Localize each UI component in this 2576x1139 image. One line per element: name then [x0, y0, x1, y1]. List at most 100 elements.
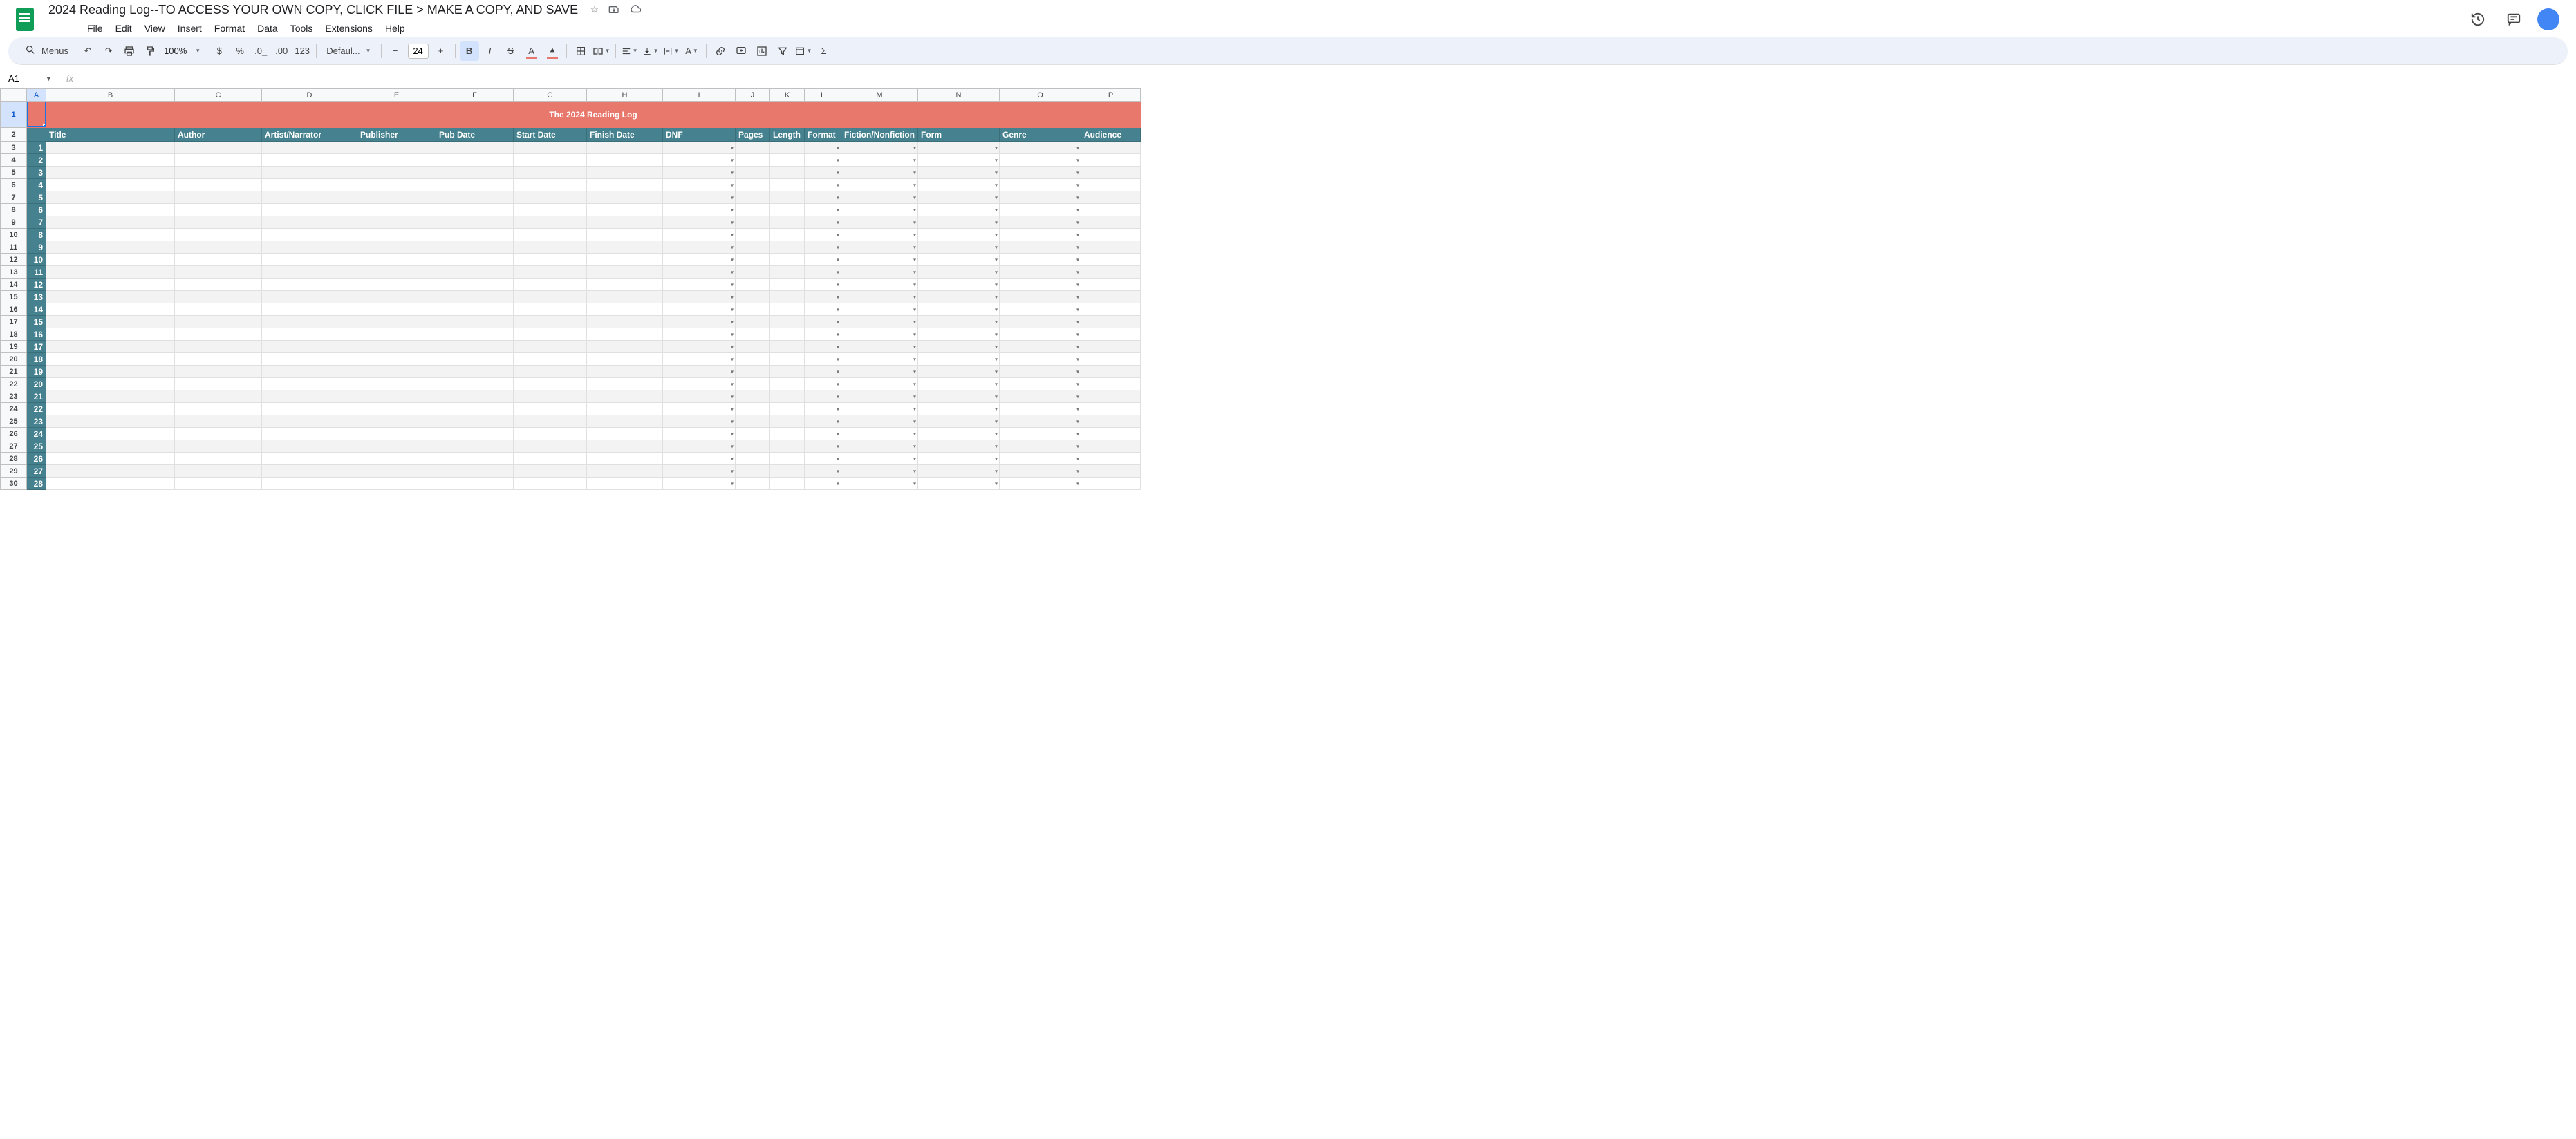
cell[interactable]	[357, 142, 436, 154]
rotate-button[interactable]: A▼	[682, 41, 702, 61]
cell[interactable]	[770, 366, 805, 378]
dropdown-arrow-icon[interactable]: ▾	[731, 319, 734, 325]
dropdown-arrow-icon[interactable]: ▾	[837, 356, 839, 362]
cell[interactable]: ▾	[999, 403, 1081, 415]
cell[interactable]: ▾	[999, 328, 1081, 341]
cell[interactable]: ▾	[805, 303, 841, 316]
row-header-8[interactable]: 8	[1, 204, 27, 216]
cell[interactable]: ▾	[999, 241, 1081, 254]
cell[interactable]: 15	[27, 316, 46, 328]
cell[interactable]: ▾	[663, 403, 736, 415]
cloud-icon[interactable]	[629, 3, 642, 17]
cell[interactable]	[514, 316, 587, 328]
v-align-button[interactable]: ▼	[641, 41, 660, 61]
cell[interactable]	[262, 303, 357, 316]
dropdown-arrow-icon[interactable]: ▾	[1076, 207, 1079, 213]
row-header-11[interactable]: 11	[1, 241, 27, 254]
borders-button[interactable]	[571, 41, 590, 61]
menu-insert[interactable]: Insert	[172, 20, 207, 37]
cell[interactable]: ▾	[805, 328, 841, 341]
cell[interactable]	[514, 179, 587, 191]
cell[interactable]: ▾	[663, 353, 736, 366]
cell[interactable]: 8	[27, 229, 46, 241]
cell[interactable]	[357, 316, 436, 328]
col-header-K[interactable]: K	[770, 89, 805, 102]
dropdown-arrow-icon[interactable]: ▾	[837, 406, 839, 412]
dropdown-arrow-icon[interactable]: ▾	[1076, 443, 1079, 449]
cell[interactable]	[357, 440, 436, 453]
cell[interactable]	[770, 316, 805, 328]
cell[interactable]	[175, 415, 262, 428]
cell[interactable]: ▾	[663, 316, 736, 328]
cell[interactable]	[436, 179, 514, 191]
cell[interactable]	[262, 279, 357, 291]
dropdown-arrow-icon[interactable]: ▾	[731, 343, 734, 350]
dropdown-arrow-icon[interactable]: ▾	[837, 343, 839, 350]
cell[interactable]: ▾	[805, 316, 841, 328]
cell[interactable]	[587, 241, 663, 254]
cell[interactable]	[1081, 366, 1140, 378]
cell[interactable]	[357, 303, 436, 316]
dropdown-arrow-icon[interactable]: ▾	[731, 406, 734, 412]
row-header-21[interactable]: 21	[1, 366, 27, 378]
cell[interactable]	[770, 341, 805, 353]
row-header-14[interactable]: 14	[1, 279, 27, 291]
cell[interactable]	[436, 142, 514, 154]
cell[interactable]	[262, 378, 357, 390]
cell[interactable]	[436, 154, 514, 167]
dropdown-arrow-icon[interactable]: ▾	[1076, 194, 1079, 200]
header-finish-date[interactable]: Finish Date	[587, 128, 663, 142]
dropdown-arrow-icon[interactable]: ▾	[995, 244, 998, 250]
cell[interactable]	[175, 266, 262, 279]
sheets-logo[interactable]	[11, 6, 39, 33]
cell[interactable]: 9	[27, 241, 46, 254]
cell[interactable]	[46, 440, 175, 453]
dropdown-arrow-icon[interactable]: ▾	[731, 269, 734, 275]
cell[interactable]	[46, 465, 175, 478]
cell[interactable]: ▾	[805, 440, 841, 453]
cell[interactable]: 12	[27, 279, 46, 291]
cell[interactable]	[175, 366, 262, 378]
dropdown-arrow-icon[interactable]: ▾	[837, 294, 839, 300]
dropdown-arrow-icon[interactable]: ▾	[1076, 232, 1079, 238]
text-color-button[interactable]: A	[522, 41, 541, 61]
cell[interactable]	[262, 353, 357, 366]
row-header-12[interactable]: 12	[1, 254, 27, 266]
row-header-4[interactable]: 4	[1, 154, 27, 167]
cell[interactable]	[770, 241, 805, 254]
dropdown-arrow-icon[interactable]: ▾	[837, 232, 839, 238]
dropdown-arrow-icon[interactable]: ▾	[1076, 480, 1079, 487]
dropdown-arrow-icon[interactable]: ▾	[995, 219, 998, 225]
cell[interactable]	[175, 390, 262, 403]
cell[interactable]	[262, 167, 357, 179]
cell[interactable]	[357, 465, 436, 478]
cell[interactable]: ▾	[841, 415, 918, 428]
cell[interactable]: ▾	[841, 316, 918, 328]
cell[interactable]: ▾	[841, 378, 918, 390]
cell[interactable]	[587, 179, 663, 191]
dropdown-arrow-icon[interactable]: ▾	[1076, 368, 1079, 375]
cell[interactable]	[262, 229, 357, 241]
dropdown-arrow-icon[interactable]: ▾	[731, 455, 734, 462]
cell[interactable]: ▾	[663, 428, 736, 440]
dropdown-arrow-icon[interactable]: ▾	[995, 393, 998, 399]
redo-button[interactable]: ↷	[99, 41, 118, 61]
cell[interactable]: 23	[27, 415, 46, 428]
cell[interactable]: ▾	[917, 279, 999, 291]
fill-color-button[interactable]	[543, 41, 562, 61]
cell[interactable]	[770, 179, 805, 191]
col-header-C[interactable]: C	[175, 89, 262, 102]
cell[interactable]	[436, 378, 514, 390]
cell[interactable]	[770, 291, 805, 303]
dropdown-arrow-icon[interactable]: ▾	[995, 194, 998, 200]
wrap-button[interactable]: ▼	[662, 41, 681, 61]
namebox-dropdown[interactable]: ▼	[46, 75, 52, 82]
cell[interactable]: ▾	[663, 204, 736, 216]
cell[interactable]	[1081, 316, 1140, 328]
dropdown-arrow-icon[interactable]: ▾	[837, 207, 839, 213]
cell[interactable]: 26	[27, 453, 46, 465]
cell[interactable]	[175, 291, 262, 303]
col-header-P[interactable]: P	[1081, 89, 1140, 102]
cell[interactable]	[736, 179, 770, 191]
dropdown-arrow-icon[interactable]: ▾	[731, 431, 734, 437]
